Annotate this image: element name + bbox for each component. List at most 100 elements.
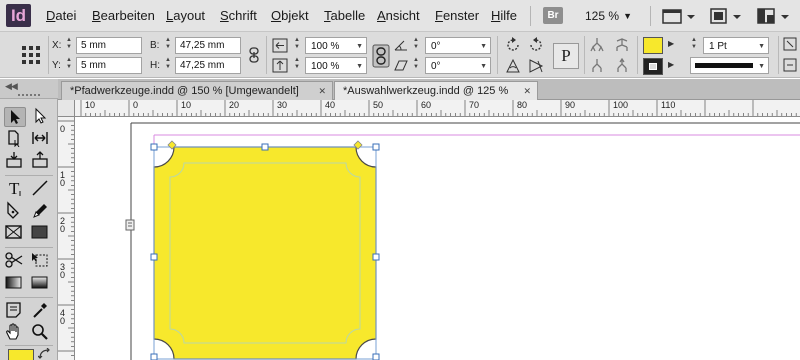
gradient-feather-tool[interactable]: [30, 273, 52, 293]
scale-y-stepper[interactable]: ▲ ▼: [293, 57, 301, 71]
rotate-stepper[interactable]: ▲ ▼: [412, 37, 420, 51]
constrain-proportions-icon[interactable]: [247, 47, 261, 63]
hand-tool[interactable]: [4, 323, 26, 343]
width-field[interactable]: 47,25 mm: [175, 37, 241, 54]
reference-point-icon[interactable]: [20, 44, 42, 66]
rotate-select[interactable]: 0° ▼: [425, 37, 491, 54]
stroke-weight-select[interactable]: 1 Pt ▼: [703, 37, 769, 54]
document-tab-auswahlwerkzeug[interactable]: *Auswahlwerkzeug.indd @ 125 % ✕: [334, 81, 538, 100]
select-container-icon[interactable]: [589, 37, 605, 53]
line-tool[interactable]: [30, 179, 52, 199]
resize-handle-left[interactable]: [150, 253, 158, 261]
fill-color-swatch[interactable]: [643, 37, 663, 54]
ruler-label: 100: [613, 100, 629, 110]
select-previous-icon[interactable]: [589, 58, 605, 74]
pen-tool[interactable]: [4, 201, 26, 221]
content-placer-tool[interactable]: [30, 151, 52, 171]
rotate-counterclockwise-icon[interactable]: [528, 37, 544, 53]
height-stepper[interactable]: ▲ ▼: [164, 57, 172, 71]
x-position-field[interactable]: 5 mm: [76, 37, 142, 54]
line-tool-icon: [32, 180, 48, 196]
panel-menu-icon[interactable]: [783, 58, 797, 72]
zoom-tool[interactable]: [30, 323, 52, 343]
ruler-label: 90: [565, 100, 576, 110]
screen-mode-icon[interactable]: [708, 6, 742, 26]
select-content-icon[interactable]: [614, 37, 630, 53]
rotate-clockwise-icon[interactable]: [505, 37, 521, 53]
bridge-button[interactable]: Br: [543, 7, 563, 24]
scissors-tool[interactable]: [4, 251, 26, 271]
stroke-type-select[interactable]: ▼: [690, 57, 769, 74]
document-tab-pfadwerkzeuge[interactable]: *Pfadwerkzeuge.indd @ 150 % [Umgewandelt…: [61, 81, 333, 100]
eyedropper-tool[interactable]: [30, 301, 52, 321]
resize-handle-bottom-left[interactable]: [150, 353, 158, 360]
free-transform-tool[interactable]: [30, 251, 52, 271]
menu-bearbeiten[interactable]: Bearbeiten: [92, 0, 155, 32]
gradient-swatch-tool[interactable]: [4, 273, 26, 293]
content-grabber[interactable]: [125, 219, 135, 231]
svg-text:T: T: [9, 179, 20, 197]
menu-tabelle[interactable]: Tabelle: [324, 0, 365, 32]
collapse-arrows-icon[interactable]: ◀◀: [5, 81, 18, 92]
ruler-origin[interactable]: [58, 100, 75, 117]
resize-handle-bottom-right[interactable]: [372, 353, 380, 360]
resize-handle-top-left[interactable]: [150, 143, 158, 151]
menu-objekt[interactable]: Objekt: [271, 0, 309, 32]
text-wrap-p-icon[interactable]: P: [553, 43, 579, 69]
shear-select[interactable]: 0° ▼: [425, 57, 491, 74]
flip-vertical-icon[interactable]: [528, 58, 544, 74]
vertical-ruler[interactable]: 0 1 0 2 0 3 0 4 0: [58, 117, 75, 360]
ruler-label: 110: [661, 100, 676, 110]
horizontal-ruler[interactable]: 10 0 10 20 30 40 50 60 70 80 90 100 110: [75, 100, 800, 117]
panel-grip-icon[interactable]: [18, 94, 40, 96]
scale-y-select[interactable]: 100 % ▼: [305, 57, 367, 74]
resize-handle-top[interactable]: [261, 143, 269, 151]
pencil-tool[interactable]: [30, 201, 52, 221]
zoom-level-select[interactable]: 125 % ▼: [578, 5, 638, 27]
swap-fill-stroke-icon[interactable]: [38, 348, 52, 360]
tools-panel-header[interactable]: ◀◀: [0, 79, 58, 99]
type-tool[interactable]: T: [4, 179, 26, 199]
rectangle-frame-tool[interactable]: [4, 223, 26, 243]
stroke-color-swatch[interactable]: [643, 58, 663, 75]
select-next-icon[interactable]: [614, 58, 630, 74]
direct-selection-tool[interactable]: [30, 107, 52, 127]
menu-hilfe[interactable]: Hilfe: [491, 0, 517, 32]
document-canvas[interactable]: [76, 118, 800, 360]
view-options-icon[interactable]: [662, 6, 696, 26]
constrain-scale-icon[interactable]: [372, 44, 390, 68]
menu-schrift[interactable]: Schrift: [220, 0, 257, 32]
menu-fenster[interactable]: Fenster: [435, 0, 479, 32]
page-tool[interactable]: [4, 129, 26, 149]
y-stepper[interactable]: ▲ ▼: [65, 57, 73, 71]
resize-handle-top-right[interactable]: [372, 143, 380, 151]
rectangle-tool[interactable]: [30, 223, 52, 243]
x-stepper[interactable]: ▲ ▼: [65, 37, 73, 51]
y-position-field[interactable]: 5 mm: [76, 57, 142, 74]
note-tool[interactable]: [4, 301, 26, 321]
menu-ansicht[interactable]: Ansicht: [377, 0, 420, 32]
menu-datei[interactable]: Datei: [46, 0, 76, 32]
close-icon[interactable]: ✕: [318, 82, 326, 100]
fill-swatch-proxy[interactable]: [8, 349, 34, 360]
effects-fx-icon[interactable]: [783, 37, 797, 51]
content-collector-tool[interactable]: [4, 151, 26, 171]
shear-stepper[interactable]: ▲ ▼: [412, 57, 420, 71]
selection-tool[interactable]: [4, 107, 26, 127]
width-stepper[interactable]: ▲ ▼: [164, 37, 172, 51]
gap-tool[interactable]: [30, 129, 52, 149]
height-field[interactable]: 47,25 mm: [175, 57, 241, 74]
flip-horizontal-icon[interactable]: [505, 58, 521, 74]
resize-handle-right[interactable]: [372, 253, 380, 261]
stroke-dropdown-arrow-icon[interactable]: ▶: [668, 60, 674, 69]
scale-x-select[interactable]: 100 % ▼: [305, 37, 367, 54]
fill-dropdown-arrow-icon[interactable]: ▶: [668, 39, 674, 48]
scale-x-stepper[interactable]: ▲ ▼: [293, 37, 301, 51]
menu-layout[interactable]: Layout: [166, 0, 205, 32]
yellow-inverse-rounded-frame[interactable]: [153, 146, 377, 360]
arrange-documents-icon[interactable]: [756, 6, 790, 26]
close-icon[interactable]: ✕: [523, 82, 531, 100]
control-separator: [48, 36, 49, 74]
stroke-weight-stepper[interactable]: ▲ ▼: [690, 37, 698, 51]
hand-tool-icon: [6, 323, 19, 340]
